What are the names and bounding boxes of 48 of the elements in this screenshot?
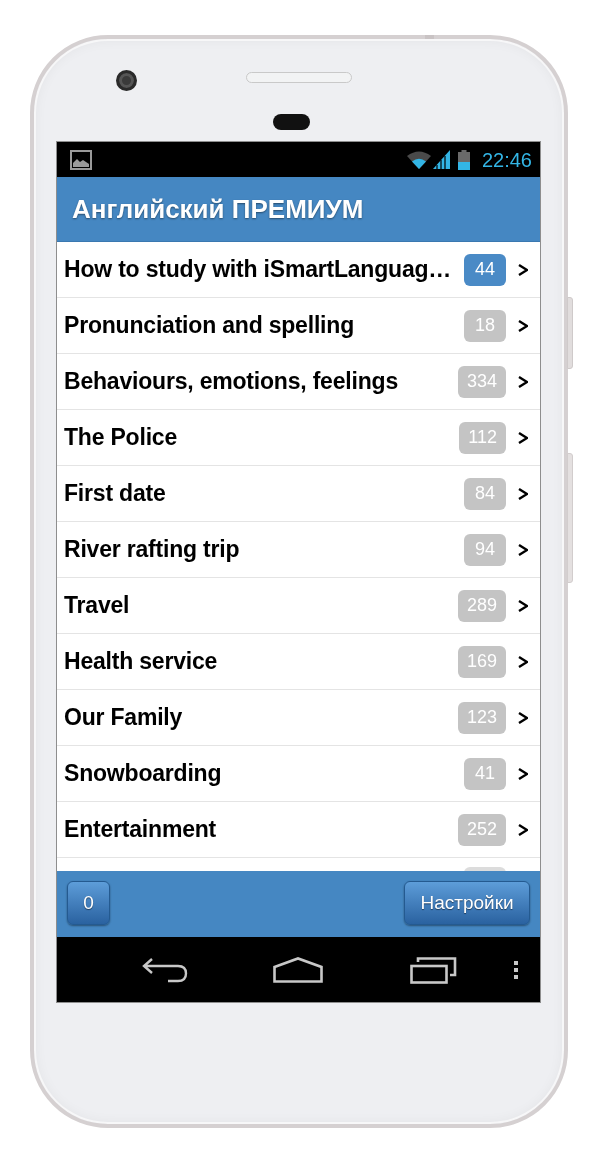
count-badge: 112: [459, 421, 506, 454]
topic-title: Our Family: [64, 703, 184, 733]
topic-title: First date: [64, 479, 167, 509]
count-badge: 252: [457, 813, 506, 846]
count-badge: 41: [464, 757, 506, 790]
chevron-icon: [518, 655, 528, 668]
chevron-icon: [518, 375, 528, 388]
chevron-icon: [518, 263, 528, 276]
toolbar-button[interactable]: Настройки: [404, 881, 530, 925]
toolbar-button[interactable]: 0: [67, 881, 110, 925]
count-badge: 169: [457, 645, 506, 678]
count-badge: 289: [457, 589, 506, 622]
app-title: Английский ПРЕМИУМ: [72, 192, 364, 226]
sensor-slot: [273, 114, 310, 130]
chevron-icon: [518, 823, 528, 836]
camera-lens: [116, 70, 137, 91]
count-badge: 334: [457, 365, 506, 398]
topic-title: Pronunciation and spelling: [64, 311, 355, 341]
image-icon: [70, 149, 92, 170]
overflow-menu-icon[interactable]: [514, 960, 518, 979]
chevron-icon: [518, 599, 528, 612]
battery-icon: [457, 149, 470, 170]
signal-icon: [432, 150, 450, 169]
topic-title: Behaviours, emotions, feelings: [64, 367, 399, 397]
chevron-icon: [518, 487, 528, 500]
wifi-icon: [406, 150, 431, 169]
topic-title: The Police: [64, 423, 179, 453]
chevron-icon: [518, 767, 528, 780]
count-badge: 44: [464, 253, 506, 286]
back-icon[interactable]: [142, 956, 188, 983]
topic-title: Entertainment: [64, 815, 218, 845]
chevron-icon: [518, 711, 528, 724]
count-badge: 18: [464, 309, 506, 342]
recents-icon[interactable]: [410, 955, 457, 984]
topic-title: Snowboarding: [64, 759, 223, 789]
home-icon[interactable]: [273, 956, 323, 983]
chevron-icon: [518, 543, 528, 556]
top-notch: [425, 35, 434, 39]
count-badge: 94: [464, 533, 506, 566]
topic-title: Health service: [64, 647, 219, 677]
status-time: 22:46: [481, 147, 532, 173]
count-badge: 84: [464, 477, 506, 510]
topic-title: Travel: [64, 591, 131, 621]
topic-title: River rafting trip: [64, 535, 241, 565]
topic-title: How to study with iSmartLanguag…: [64, 255, 453, 285]
chevron-icon: [518, 319, 528, 332]
count-badge: 123: [457, 701, 506, 734]
chevron-icon: [518, 431, 528, 444]
